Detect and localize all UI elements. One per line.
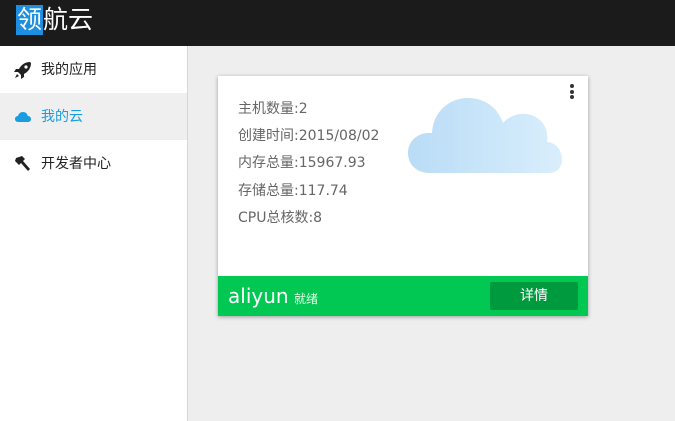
cloud-icon	[15, 112, 31, 122]
logo-text: 航云	[43, 5, 94, 34]
sidebar-item-my-cloud[interactable]: 我的云	[0, 93, 187, 140]
app-logo[interactable]: 领 航云	[16, 2, 93, 38]
card-footer: aliyun 就绪 详情	[218, 276, 588, 316]
created-time: 创建时间:2015/08/02	[238, 128, 380, 144]
storage-total: 存储总量:117.74	[238, 183, 348, 199]
sidebar-item-label: 我的云	[41, 109, 83, 125]
hammer-icon	[15, 156, 30, 171]
details-button[interactable]: 详情	[490, 282, 578, 310]
sidebar-item-developer-center[interactable]: 开发者中心	[0, 140, 187, 187]
host-count: 主机数量:2	[238, 101, 308, 117]
sidebar-item-label: 开发者中心	[41, 156, 111, 172]
status-badge: 就绪	[294, 292, 319, 306]
logo-mark: 领	[16, 5, 44, 35]
sidebar: 我的应用 我的云 开发者中心	[0, 46, 188, 421]
sidebar-item-my-apps[interactable]: 我的应用	[0, 46, 187, 93]
memory-total: 内存总量:15967.93	[238, 155, 366, 171]
top-bar: 领 航云	[0, 0, 675, 46]
cloud-illustration	[408, 98, 562, 173]
cpu-cores: CPU总核数:8	[238, 210, 323, 226]
instance-name: aliyun	[228, 284, 289, 308]
sidebar-item-label: 我的应用	[41, 62, 97, 78]
rocket-icon	[14, 62, 31, 79]
cloud-card: 主机数量:2 创建时间:2015/08/02 内存总量:15967.93 存储总…	[218, 76, 588, 316]
